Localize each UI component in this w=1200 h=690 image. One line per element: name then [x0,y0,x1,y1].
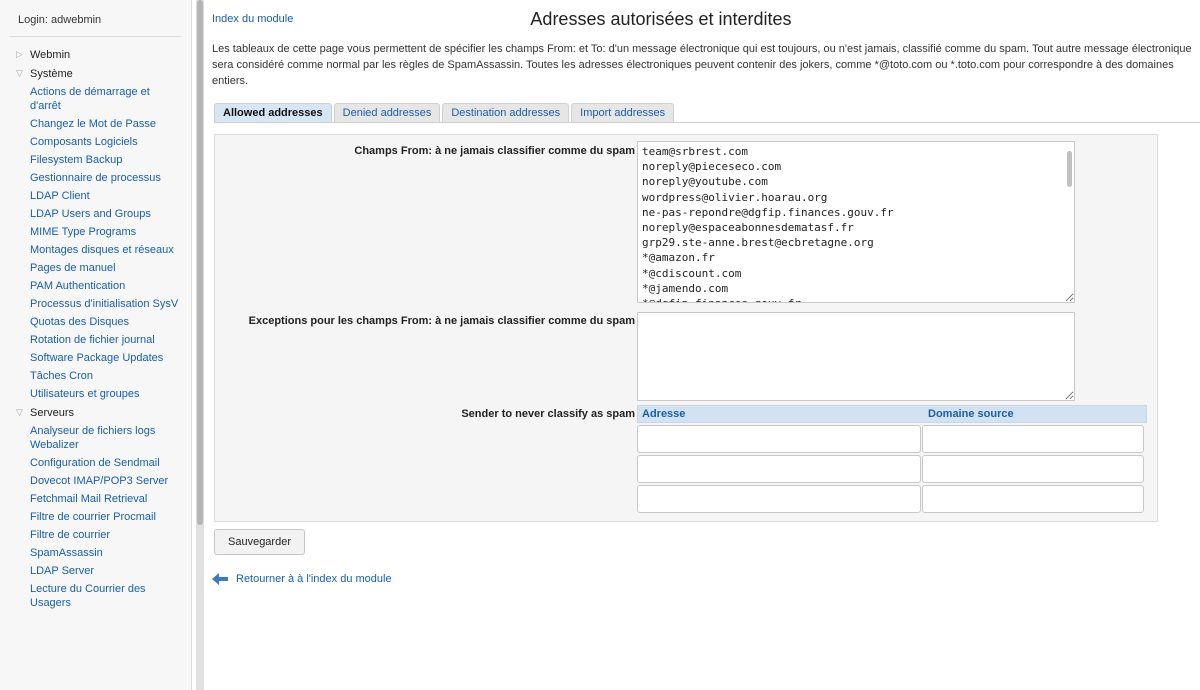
from-whitelist-textarea[interactable] [637,141,1075,303]
sidebar-item-change-password[interactable]: Changez le Mot de Passe [0,115,191,133]
collapse-triangle-icon: ▽ [16,407,23,417]
sidebar-item-dovecot[interactable]: Dovecot IMAP/POP3 Server [0,472,191,490]
scrollbar-thumb[interactable] [197,0,203,525]
table-header: Adresse Domaine source [637,405,1147,423]
source-domain-input[interactable] [922,485,1144,513]
collapse-triangle-icon: ▽ [16,68,23,78]
sidebar-item-fetchmail[interactable]: Fetchmail Mail Retrieval [0,490,191,508]
category-label: Serveurs [30,406,75,419]
sender-whitelist-table: Adresse Domaine source [637,405,1147,513]
table-row [637,455,1147,483]
tab-divider [214,122,1200,123]
category-webmin[interactable]: ▷ Webmin [0,45,191,64]
table-row [637,485,1147,513]
source-domain-input[interactable] [922,425,1144,453]
page-title: Adresses autorisées et interdites [530,9,792,29]
main-content: Index du module Adresses autorisées et i… [206,0,1200,690]
category-serveurs[interactable]: ▽ Serveurs [0,403,191,422]
sidebar-item-ldap-client[interactable]: LDAP Client [0,187,191,205]
sidebar-item-cron[interactable]: Tâches Cron [0,367,191,385]
tab-allowed-addresses[interactable]: Allowed addresses [214,103,332,123]
category-systeme[interactable]: ▽ Système [0,64,191,83]
table-row [637,425,1147,453]
sidebar-item-spamassassin[interactable]: SpamAssassin [0,544,191,562]
sidebar-item-quotas[interactable]: Quotas des Disques [0,313,191,331]
textarea-scrollbar-thumb[interactable] [1067,151,1072,187]
sidebar-item-procmail[interactable]: Filtre de courrier Procmail [0,508,191,526]
tab-denied-addresses[interactable]: Denied addresses [333,103,441,123]
address-input[interactable] [637,485,921,513]
column-header-source-domain: Domaine source [928,408,1014,420]
return-to-index-link[interactable]: Retourner à à l'index du module [236,573,392,585]
sidebar-item-webalizer[interactable]: Analyseur de fichiers logs Webalizer [0,422,191,454]
column-header-address: Adresse [642,408,686,420]
sidebar-item-ldap-users[interactable]: LDAP Users and Groups [0,205,191,223]
sidebar-scrollbar[interactable] [196,0,204,690]
sidebar-item-mime[interactable]: MIME Type Programs [0,223,191,241]
sidebar-item-init[interactable]: Processus d'initialisation SysV [0,295,191,313]
allowed-addresses-panel: Champs From: à ne jamais classifier comm… [214,134,1158,522]
sidebar-item-software[interactable]: Composants Logiciels [0,133,191,151]
from-exceptions-label: Exceptions pour les champs From: à ne ja… [248,315,635,327]
category-label: Webmin [30,48,71,61]
sidebar-item-package-updates[interactable]: Software Package Updates [0,349,191,367]
sidebar-item-bootup[interactable]: Actions de démarrage et d'arrêt [0,83,191,115]
sender-whitelist-label: Sender to never classify as spam [461,408,635,420]
tab-import-addresses[interactable]: Import addresses [571,103,675,123]
sidebar-item-sendmail[interactable]: Configuration de Sendmail [0,454,191,472]
from-whitelist-label: Champs From: à ne jamais classifier comm… [354,145,635,157]
tab-destination-addresses[interactable]: Destination addresses [442,103,570,123]
from-exceptions-textarea[interactable] [637,312,1075,401]
return-to-index[interactable]: Retourner à à l'index du module [212,573,392,585]
tab-bar: Allowed addresses Denied addresses Desti… [214,103,676,123]
sidebar-item-processes[interactable]: Gestionnaire de processus [0,169,191,187]
sidebar-item-mounts[interactable]: Montages disques et réseaux [0,241,191,259]
login-label: Login: adwebmin [10,8,181,37]
sidebar-item-logrotate[interactable]: Rotation de fichier journal [0,331,191,349]
sidebar-item-man[interactable]: Pages de manuel [0,259,191,277]
back-arrow-icon [212,573,228,585]
page-description: Les tableaux de cette page vous permette… [212,43,1192,87]
sidebar: Login: adwebmin ▷ Webmin ▽ Système Actio… [0,0,192,690]
sidebar-item-filesystem-backup[interactable]: Filesystem Backup [0,151,191,169]
address-input[interactable] [637,455,921,483]
expand-triangle-icon: ▷ [16,49,23,59]
sidebar-item-read-mail[interactable]: Lecture du Courrier des Usagers [0,580,191,612]
category-label: Système [30,67,73,80]
address-input[interactable] [637,425,921,453]
sidebar-item-ldap-server[interactable]: LDAP Server [0,562,191,580]
sidebar-item-mail-filter[interactable]: Filtre de courrier [0,526,191,544]
save-button[interactable]: Sauvegarder [214,529,305,555]
sidebar-item-users-groups[interactable]: Utilisateurs et groupes [0,385,191,403]
source-domain-input[interactable] [922,455,1144,483]
sidebar-item-pam[interactable]: PAM Authentication [0,277,191,295]
